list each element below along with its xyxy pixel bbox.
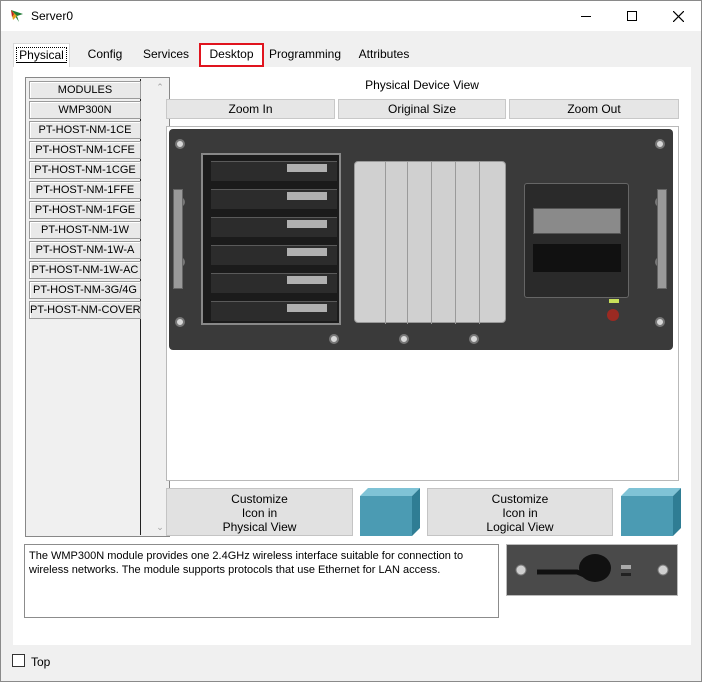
- button-label: Customize: [491, 492, 549, 506]
- module-item[interactable]: PT-HOST-NM-1W-A: [29, 241, 141, 259]
- maximize-button[interactable]: [609, 1, 655, 31]
- slot-divider: [407, 162, 408, 324]
- empty-module-slots[interactable]: [354, 161, 506, 324]
- screw-icon: [399, 334, 409, 344]
- drive-latch: [287, 248, 327, 256]
- drive-latch: [287, 192, 327, 200]
- network-module-slot[interactable]: [524, 183, 629, 298]
- button-label: Icon in: [241, 506, 278, 520]
- drive-sled: [211, 217, 337, 237]
- right-handle: [657, 189, 667, 289]
- packet-tracer-icon: [11, 10, 23, 22]
- drive-latch: [287, 304, 327, 312]
- drive-latch: [287, 276, 327, 284]
- drive-sled: [211, 301, 337, 321]
- screw-icon: [329, 334, 339, 344]
- button-label: Logical View: [486, 520, 554, 534]
- module-item[interactable]: PT-HOST-NM-1CFE: [29, 141, 141, 159]
- minimize-icon: [581, 15, 591, 17]
- screw-icon: [175, 139, 185, 149]
- module-item[interactable]: PT-HOST-NM-1CE: [29, 121, 141, 139]
- title-bar[interactable]: Server0: [1, 1, 701, 31]
- screw-icon: [655, 139, 665, 149]
- drive-sled: [211, 273, 337, 293]
- button-label: Physical View: [222, 520, 297, 534]
- scroll-down-icon[interactable]: ⌄: [155, 522, 165, 532]
- top-checkbox[interactable]: [12, 654, 25, 667]
- nic-card: [533, 208, 621, 234]
- tab-physical[interactable]: Physical: [13, 43, 70, 67]
- module-item[interactable]: PT-HOST-NM-1W-AC: [29, 261, 141, 279]
- close-icon: [672, 10, 684, 22]
- top-checkbox-label: Top: [31, 655, 51, 669]
- logical-cube-icon: [621, 488, 681, 536]
- slot-divider: [455, 162, 456, 324]
- customize-logical-icon-button[interactable]: Customize Icon in Logical View: [427, 488, 613, 536]
- tab-programming[interactable]: Programming: [269, 43, 341, 67]
- module-item[interactable]: PT-HOST-NM-1FGE: [29, 201, 141, 219]
- drive-latch: [287, 220, 327, 228]
- button-label: Customize: [231, 492, 288, 506]
- physical-tab-panel: MODULES WMP300N PT-HOST-NM-1CE PT-HOST-N…: [13, 67, 691, 645]
- module-item[interactable]: PT-HOST-NM-1CGE: [29, 161, 141, 179]
- power-switch[interactable]: [607, 309, 619, 321]
- module-item[interactable]: PT-HOST-NM-1W: [29, 221, 141, 239]
- screw-icon: [655, 317, 665, 327]
- customize-physical-icon-button[interactable]: Customize Icon in Physical View: [166, 488, 353, 536]
- physical-device-view-title: Physical Device View: [365, 78, 479, 92]
- tab-services[interactable]: Services: [137, 43, 195, 67]
- drive-sled: [211, 245, 337, 265]
- module-list: MODULES WMP300N PT-HOST-NM-1CE PT-HOST-N…: [25, 77, 170, 537]
- scroll-up-icon[interactable]: ⌃: [155, 82, 165, 92]
- minimize-button[interactable]: [563, 1, 609, 31]
- empty-slot: [533, 244, 621, 272]
- close-button[interactable]: [655, 1, 701, 31]
- drive-bay: [201, 153, 341, 325]
- power-led: [609, 299, 619, 303]
- wmp300n-module-image: [507, 545, 677, 595]
- module-preview-image: [506, 544, 678, 596]
- tab-attributes[interactable]: Attributes: [353, 43, 415, 67]
- maximize-icon: [627, 11, 637, 21]
- drive-sled: [211, 189, 337, 209]
- module-item[interactable]: WMP300N: [29, 101, 141, 119]
- drive-sled: [211, 161, 337, 181]
- slot-divider: [385, 162, 386, 324]
- screw-icon: [469, 334, 479, 344]
- server-window: Server0 Physical Config Services Desktop…: [0, 0, 702, 682]
- zoom-in-button[interactable]: Zoom In: [166, 99, 335, 119]
- screw-icon: [175, 317, 185, 327]
- zoom-out-button[interactable]: Zoom Out: [509, 99, 679, 119]
- drive-latch: [287, 164, 327, 172]
- window-title: Server0: [31, 9, 74, 23]
- module-item[interactable]: PT-HOST-NM-1FFE: [29, 181, 141, 199]
- module-item[interactable]: PT-HOST-NM-COVER: [29, 301, 141, 319]
- server-chassis-image: [169, 129, 673, 350]
- module-header: MODULES: [29, 81, 141, 99]
- left-handle: [173, 189, 183, 289]
- physical-cube-icon: [360, 488, 420, 536]
- module-item[interactable]: PT-HOST-NM-3G/4G: [29, 281, 141, 299]
- tab-desktop[interactable]: Desktop: [199, 43, 264, 67]
- tab-config[interactable]: Config: [81, 43, 129, 67]
- button-label: Icon in: [502, 506, 538, 520]
- device-view-canvas[interactable]: [166, 126, 679, 481]
- slot-divider: [431, 162, 432, 324]
- module-description: The WMP300N module provides one 2.4GHz w…: [24, 544, 499, 618]
- slot-divider: [479, 162, 480, 324]
- original-size-button[interactable]: Original Size: [338, 99, 506, 119]
- module-list-items: MODULES WMP300N PT-HOST-NM-1CE PT-HOST-N…: [27, 79, 141, 535]
